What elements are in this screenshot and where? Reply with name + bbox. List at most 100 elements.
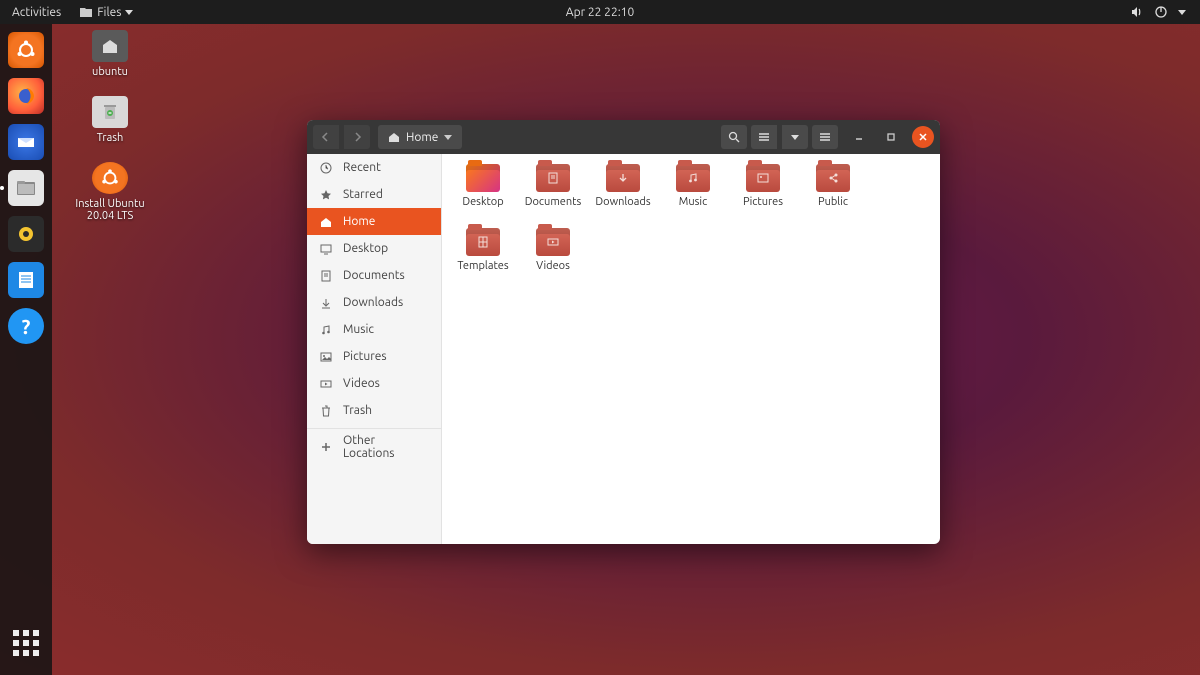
desktop-icons: ubuntu Trash Install Ubuntu 20.04 LTS: [70, 30, 150, 222]
dock-rhythmbox[interactable]: [8, 216, 44, 252]
window-minimize-button[interactable]: [848, 126, 870, 148]
sidebar-item-pictures[interactable]: Pictures: [307, 343, 441, 370]
sidebar-item-label: Recent: [343, 161, 381, 174]
clock-icon: [319, 162, 333, 174]
app-menu[interactable]: Files: [79, 6, 133, 19]
system-menu-chevron-icon[interactable]: [1178, 10, 1186, 15]
nav-forward-button[interactable]: [344, 125, 370, 149]
sidebar-item-recent[interactable]: Recent: [307, 154, 441, 181]
dock: ?: [0, 24, 52, 675]
sidebar-item-documents[interactable]: Documents: [307, 262, 441, 289]
folder-public[interactable]: Public: [798, 164, 868, 224]
sidebar-item-other[interactable]: Other Locations: [307, 433, 441, 460]
view-list-button[interactable]: [751, 125, 777, 149]
search-button[interactable]: [721, 125, 747, 149]
folder-label: Desktop: [462, 196, 503, 208]
desktop-icon-home[interactable]: ubuntu: [70, 30, 150, 78]
file-manager-icon: [15, 178, 37, 198]
minimize-icon: [854, 132, 864, 142]
close-icon: [918, 132, 928, 142]
pathbar-home[interactable]: Home: [378, 125, 462, 149]
star-icon: [319, 189, 333, 201]
folder-templates[interactable]: Templates: [448, 228, 518, 288]
desktop-icon-label: Trash: [97, 132, 124, 144]
files-window: Home Recent Starred Home Desktop Documents Do…: [307, 120, 940, 544]
hamburger-menu-button[interactable]: [812, 125, 838, 149]
sidebar-item-trash[interactable]: Trash: [307, 397, 441, 424]
pictures-icon: [319, 351, 333, 363]
sidebar-item-label: Videos: [343, 377, 380, 390]
folder-icon: [606, 164, 640, 192]
sidebar-item-desktop[interactable]: Desktop: [307, 235, 441, 262]
sidebar-item-label: Starred: [343, 188, 383, 201]
videos-icon: [319, 378, 333, 390]
sidebar-item-label: Pictures: [343, 350, 387, 363]
firefox-icon: [15, 85, 37, 107]
sidebar-item-label: Downloads: [343, 296, 403, 309]
desktop-icon-installer[interactable]: Install Ubuntu 20.04 LTS: [70, 162, 150, 222]
folder-label: Pictures: [743, 196, 783, 208]
window-headerbar: Home: [307, 120, 940, 154]
app-menu-label: Files: [97, 6, 121, 19]
home-folder-icon: [92, 30, 128, 62]
power-icon[interactable]: [1154, 5, 1168, 19]
folder-icon: [676, 164, 710, 192]
chevron-left-icon: [321, 132, 331, 142]
dock-ubuntu-logo[interactable]: [8, 32, 44, 68]
dock-libreoffice-writer[interactable]: [8, 262, 44, 298]
dock-thunderbird[interactable]: [8, 124, 44, 160]
music-icon: [319, 324, 333, 336]
activities-button[interactable]: Activities: [12, 6, 61, 19]
folder-icon: [466, 164, 500, 192]
folder-icon: [466, 228, 500, 256]
folder-documents[interactable]: Documents: [518, 164, 588, 224]
sidebar-item-music[interactable]: Music: [307, 316, 441, 343]
sidebar-item-home[interactable]: Home: [307, 208, 441, 235]
documents-icon: [319, 270, 333, 282]
dock-help[interactable]: ?: [8, 308, 44, 344]
clock[interactable]: Apr 22 22:10: [566, 6, 634, 19]
search-icon: [728, 131, 740, 143]
folder-desktop[interactable]: Desktop: [448, 164, 518, 224]
volume-icon[interactable]: [1130, 5, 1144, 19]
trash-icon: [319, 405, 333, 417]
files-icon-view[interactable]: Desktop Documents Downloads Music Pictures Pu…: [442, 154, 940, 544]
window-maximize-button[interactable]: [880, 126, 902, 148]
folder-pictures[interactable]: Pictures: [728, 164, 798, 224]
dock-files[interactable]: [8, 170, 44, 206]
folder-label: Documents: [525, 196, 582, 208]
folder-downloads[interactable]: Downloads: [588, 164, 658, 224]
help-icon: ?: [22, 315, 31, 338]
sidebar-item-label: Music: [343, 323, 374, 336]
chevron-down-icon: [791, 135, 799, 140]
desktop-icon-label: Install Ubuntu 20.04 LTS: [70, 198, 150, 222]
dock-firefox[interactable]: [8, 78, 44, 114]
show-applications-button[interactable]: [8, 625, 44, 661]
sidebar-item-label: Documents: [343, 269, 405, 282]
sidebar-item-videos[interactable]: Videos: [307, 370, 441, 397]
desktop-icon-label: ubuntu: [92, 66, 128, 78]
hamburger-icon: [819, 132, 831, 142]
sidebar-item-starred[interactable]: Starred: [307, 181, 441, 208]
folder-label: Public: [818, 196, 848, 208]
folder-music[interactable]: Music: [658, 164, 728, 224]
folder-label: Downloads: [595, 196, 650, 208]
folder-videos[interactable]: Videos: [518, 228, 588, 288]
sidebar-item-label: Desktop: [343, 242, 388, 255]
ubuntu-logo-icon: [15, 39, 37, 61]
sidebar-item-downloads[interactable]: Downloads: [307, 289, 441, 316]
nav-back-button[interactable]: [313, 125, 339, 149]
folder-label: Music: [679, 196, 707, 208]
home-icon: [319, 216, 333, 228]
top-panel: Activities Files Apr 22 22:10: [0, 0, 1200, 24]
places-sidebar: Recent Starred Home Desktop Documents Downloa…: [307, 154, 442, 544]
folder-icon: [816, 164, 850, 192]
plus-icon: [319, 441, 333, 453]
view-options-button[interactable]: [782, 125, 808, 149]
list-icon: [758, 132, 770, 142]
chevron-down-icon: [125, 10, 133, 15]
chevron-down-icon: [444, 135, 452, 140]
folder-label: Templates: [457, 260, 508, 272]
window-close-button[interactable]: [912, 126, 934, 148]
desktop-icon-trash[interactable]: Trash: [70, 96, 150, 144]
